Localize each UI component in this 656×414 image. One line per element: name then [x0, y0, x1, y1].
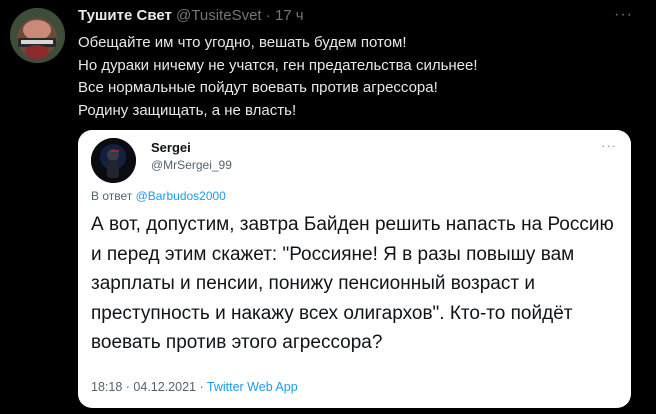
quoted-source-app-link[interactable]: Twitter Web App	[207, 380, 298, 394]
quoted-text-line: зарплаты и пенсии, понижу пенсионный воз…	[91, 273, 535, 294]
reply-to-line: В ответ @Barbudos2000	[91, 189, 226, 203]
reply-prefix: В ответ	[91, 189, 133, 203]
author-handle[interactable]: @TusiteSvet	[176, 7, 262, 24]
tweet-text: Обещайте им что угодно, вешать будем пот…	[78, 32, 638, 122]
more-options-icon[interactable]: ···	[614, 7, 634, 23]
author-avatar[interactable]	[10, 8, 65, 63]
quoted-footer: 18:18 · 04.12.2021 · Twitter Web App	[91, 380, 298, 394]
footer-separator: ·	[125, 380, 130, 394]
tweet-text-line: Но дураки ничему не учатся, ген предател…	[78, 56, 478, 74]
quoted-text-line: преступность и накажу всех олигархов". К…	[91, 302, 573, 324]
quoted-text-line: А вот, допустим, завтра Байден решить на…	[91, 214, 614, 235]
reply-mention-link[interactable]: @Barbudos2000	[136, 189, 226, 203]
quoted-author-name[interactable]: Sergei	[151, 140, 191, 155]
tweet[interactable]: Тушите Свет @TusiteSvet · 17 ч ··· Обеща…	[0, 0, 656, 414]
tweet-text-line: Родину защищать, а не власть!	[78, 101, 297, 119]
quoted-more-options-icon[interactable]: ···	[601, 138, 617, 153]
quoted-tweet-card[interactable]: Sergei @MrSergei_99 ··· В ответ @Barbudo…	[78, 130, 631, 408]
tweet-header: Тушите Свет @TusiteSvet · 17 ч	[78, 7, 304, 24]
quoted-text-line: и перед этим скажет: "Россияне! Я в разы…	[91, 243, 575, 265]
quoted-text-line: воевать против этого агрессора?	[91, 332, 383, 353]
quoted-time[interactable]: 18:18	[91, 380, 122, 394]
tweet-text-line: Обещайте им что угодно, вешать будем пот…	[78, 34, 407, 51]
quoted-author-handle[interactable]: @MrSergei_99	[151, 158, 232, 172]
separator-dot: ·	[265, 7, 271, 24]
author-name[interactable]: Тушите Свет	[78, 7, 172, 24]
quoted-tweet-text: А вот, допустим, завтра Байден решить на…	[91, 210, 621, 358]
quoted-date[interactable]: 04.12.2021	[133, 380, 196, 394]
quoted-author-avatar[interactable]	[91, 138, 136, 183]
footer-separator: ·	[199, 380, 204, 394]
tweet-text-line: Все нормальные пойдут воевать против агр…	[78, 79, 438, 96]
tweet-time[interactable]: 17 ч	[275, 7, 304, 24]
